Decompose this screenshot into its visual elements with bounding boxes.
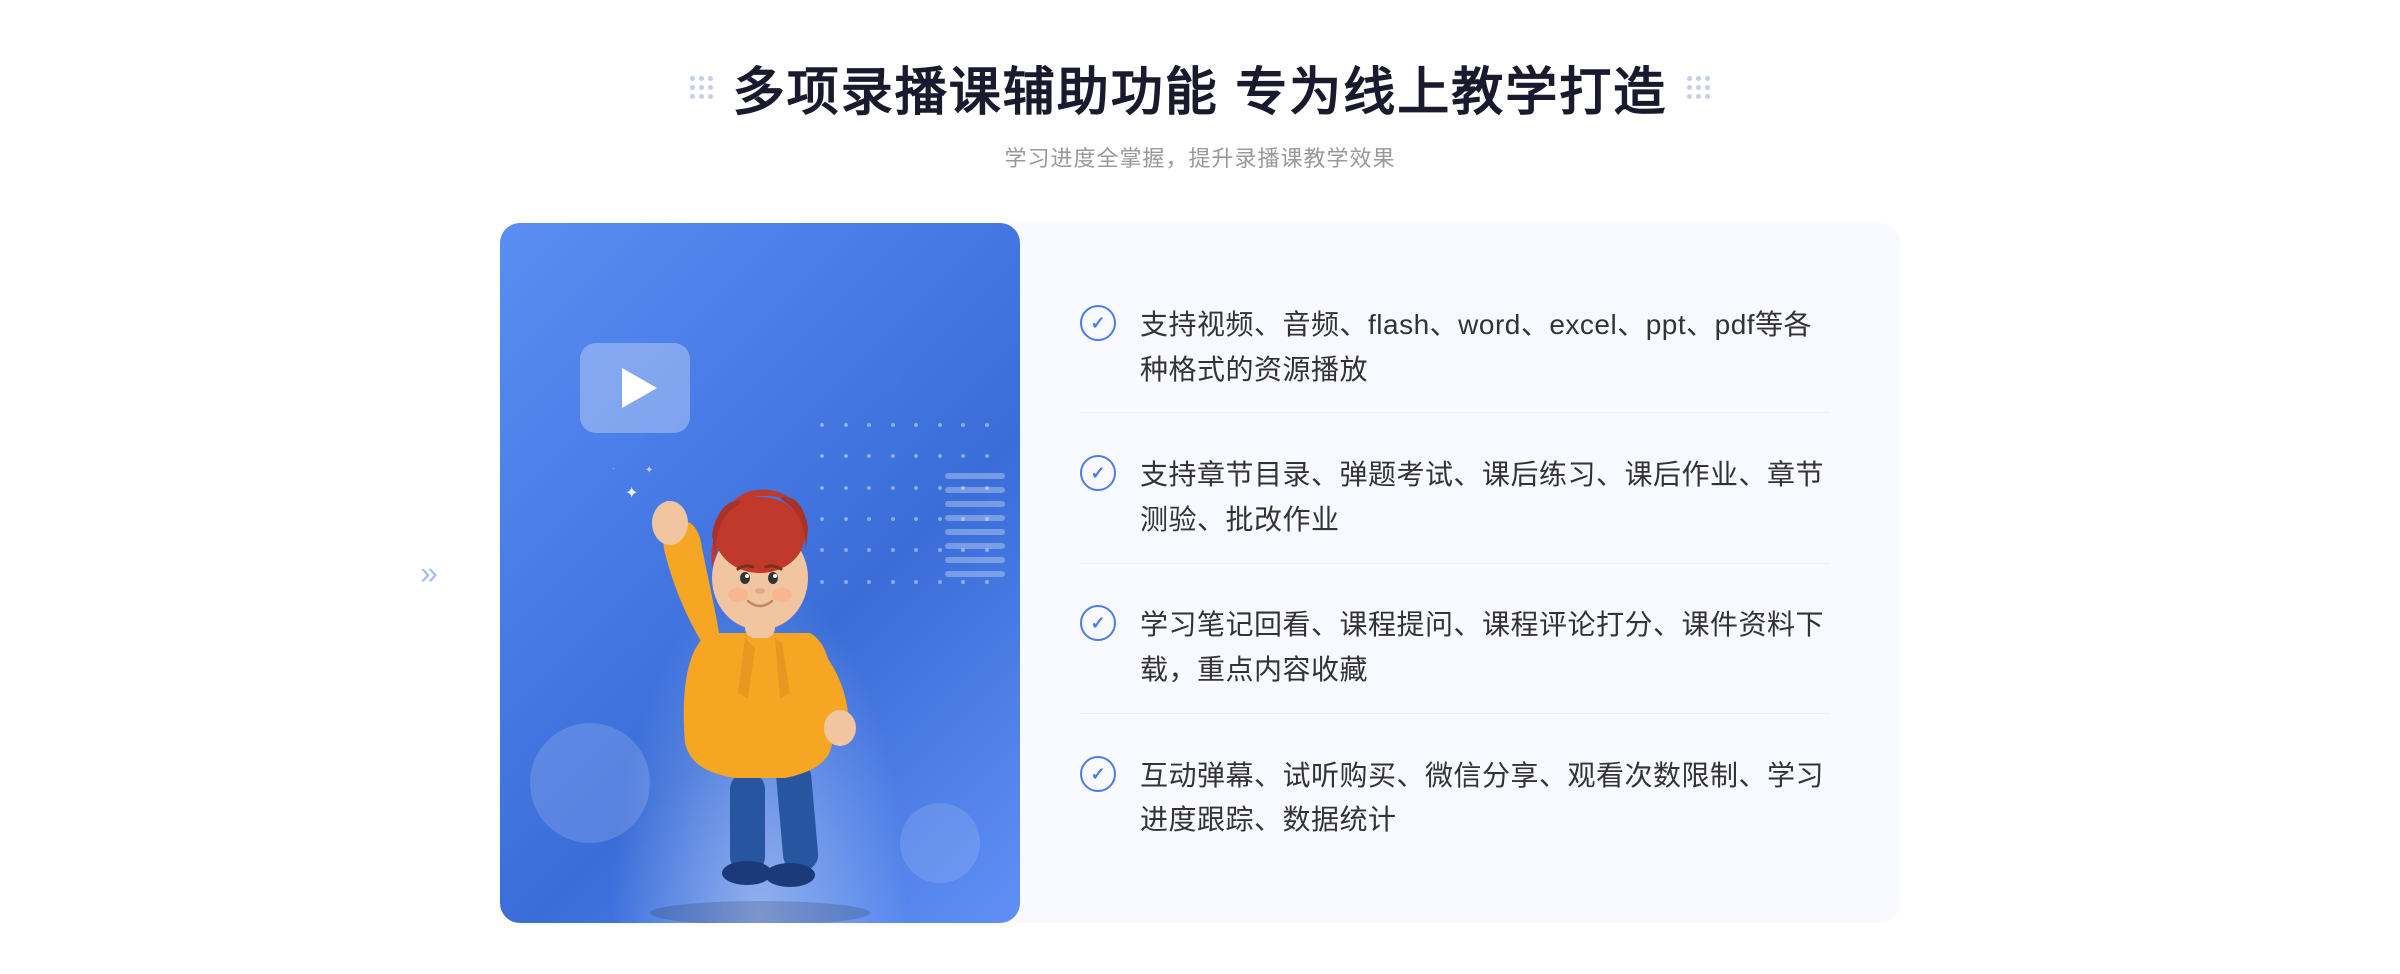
left-dots-decoration (690, 76, 713, 99)
dot (938, 517, 942, 521)
dot (961, 454, 965, 458)
dot (938, 454, 942, 458)
dot (699, 85, 704, 90)
check-mark-icon: ✓ (1090, 614, 1105, 632)
feature-item: ✓ 学习笔记回看、课程提问、课程评论打分、课件资料下载，重点内容收藏 (1080, 583, 1830, 714)
feature-item: ✓ 支持视频、音频、flash、word、excel、ppt、pdf等各种格式的资… (1080, 283, 1830, 414)
stripe (945, 529, 1005, 535)
check-mark-icon: ✓ (1090, 464, 1105, 482)
dot (961, 423, 965, 427)
svg-text:✦: ✦ (645, 465, 653, 476)
stripes-decoration (945, 473, 1005, 593)
dot (985, 423, 989, 427)
stripe (945, 501, 1005, 507)
dot (938, 580, 942, 584)
right-dots-decoration (1687, 76, 1710, 99)
chevron-left-icon: » (420, 555, 438, 592)
stripe (945, 543, 1005, 549)
illustration-area: ✦ ✦ · (500, 223, 1020, 923)
dot (938, 486, 942, 490)
dot (699, 94, 704, 99)
feature-item: ✓ 互动弹幕、试听购买、微信分享、观看次数限制、学习进度跟踪、数据统计 (1080, 734, 1830, 864)
check-icon: ✓ (1080, 605, 1116, 641)
check-icon: ✓ (1080, 305, 1116, 341)
feature-text: 支持视频、音频、flash、word、excel、ppt、pdf等各种格式的资源… (1140, 303, 1830, 393)
left-arrows-decoration: » (420, 555, 438, 592)
stripe (945, 487, 1005, 493)
header-section: 多项录播课辅助功能 专为线上教学打造 (690, 50, 1710, 173)
check-mark-icon: ✓ (1090, 765, 1105, 783)
dot (1705, 94, 1710, 99)
dot (690, 94, 695, 99)
check-mark-icon: ✓ (1090, 314, 1105, 332)
dot (699, 76, 704, 81)
dot (708, 76, 713, 81)
check-icon: ✓ (1080, 756, 1116, 792)
dot (708, 85, 713, 90)
dot (1696, 94, 1701, 99)
dot (985, 454, 989, 458)
dot (1687, 85, 1692, 90)
feature-text: 互动弹幕、试听购买、微信分享、观看次数限制、学习进度跟踪、数据统计 (1140, 754, 1830, 844)
dot (1696, 76, 1701, 81)
stripe (945, 571, 1005, 577)
header-title-row: 多项录播课辅助功能 专为线上教学打造 (690, 50, 1710, 125)
dot (690, 76, 695, 81)
feature-text: 学习笔记回看、课程提问、课程评论打分、课件资料下载，重点内容收藏 (1140, 603, 1830, 693)
page-wrapper: 多项录播课辅助功能 专为线上教学打造 (0, 50, 2400, 923)
svg-text:✦: ✦ (625, 485, 638, 502)
feature-item: ✓ 支持章节目录、弹题考试、课后练习、课后作业、章节测验、批改作业 (1080, 433, 1830, 564)
dot (1705, 76, 1710, 81)
main-content: » (500, 223, 1900, 923)
page-title: 多项录播课辅助功能 专为线上教学打造 (733, 50, 1667, 125)
stripe (945, 473, 1005, 479)
dot (938, 423, 942, 427)
dot (1687, 94, 1692, 99)
dot (1705, 85, 1710, 90)
check-icon: ✓ (1080, 455, 1116, 491)
feature-text: 支持章节目录、弹题考试、课后练习、课后作业、章节测验、批改作业 (1140, 453, 1830, 543)
features-area: ✓ 支持视频、音频、flash、word、excel、ppt、pdf等各种格式的资… (1010, 223, 1900, 923)
character-illustration: ✦ ✦ · (590, 383, 930, 923)
stripe (945, 557, 1005, 563)
dot (1687, 76, 1692, 81)
header-subtitle: 学习进度全掌握，提升录播课教学效果 (1004, 141, 1395, 173)
dot (690, 85, 695, 90)
dot (938, 548, 942, 552)
stripe (945, 515, 1005, 521)
dot (708, 94, 713, 99)
svg-text:·: · (612, 464, 615, 473)
dot (1696, 85, 1701, 90)
